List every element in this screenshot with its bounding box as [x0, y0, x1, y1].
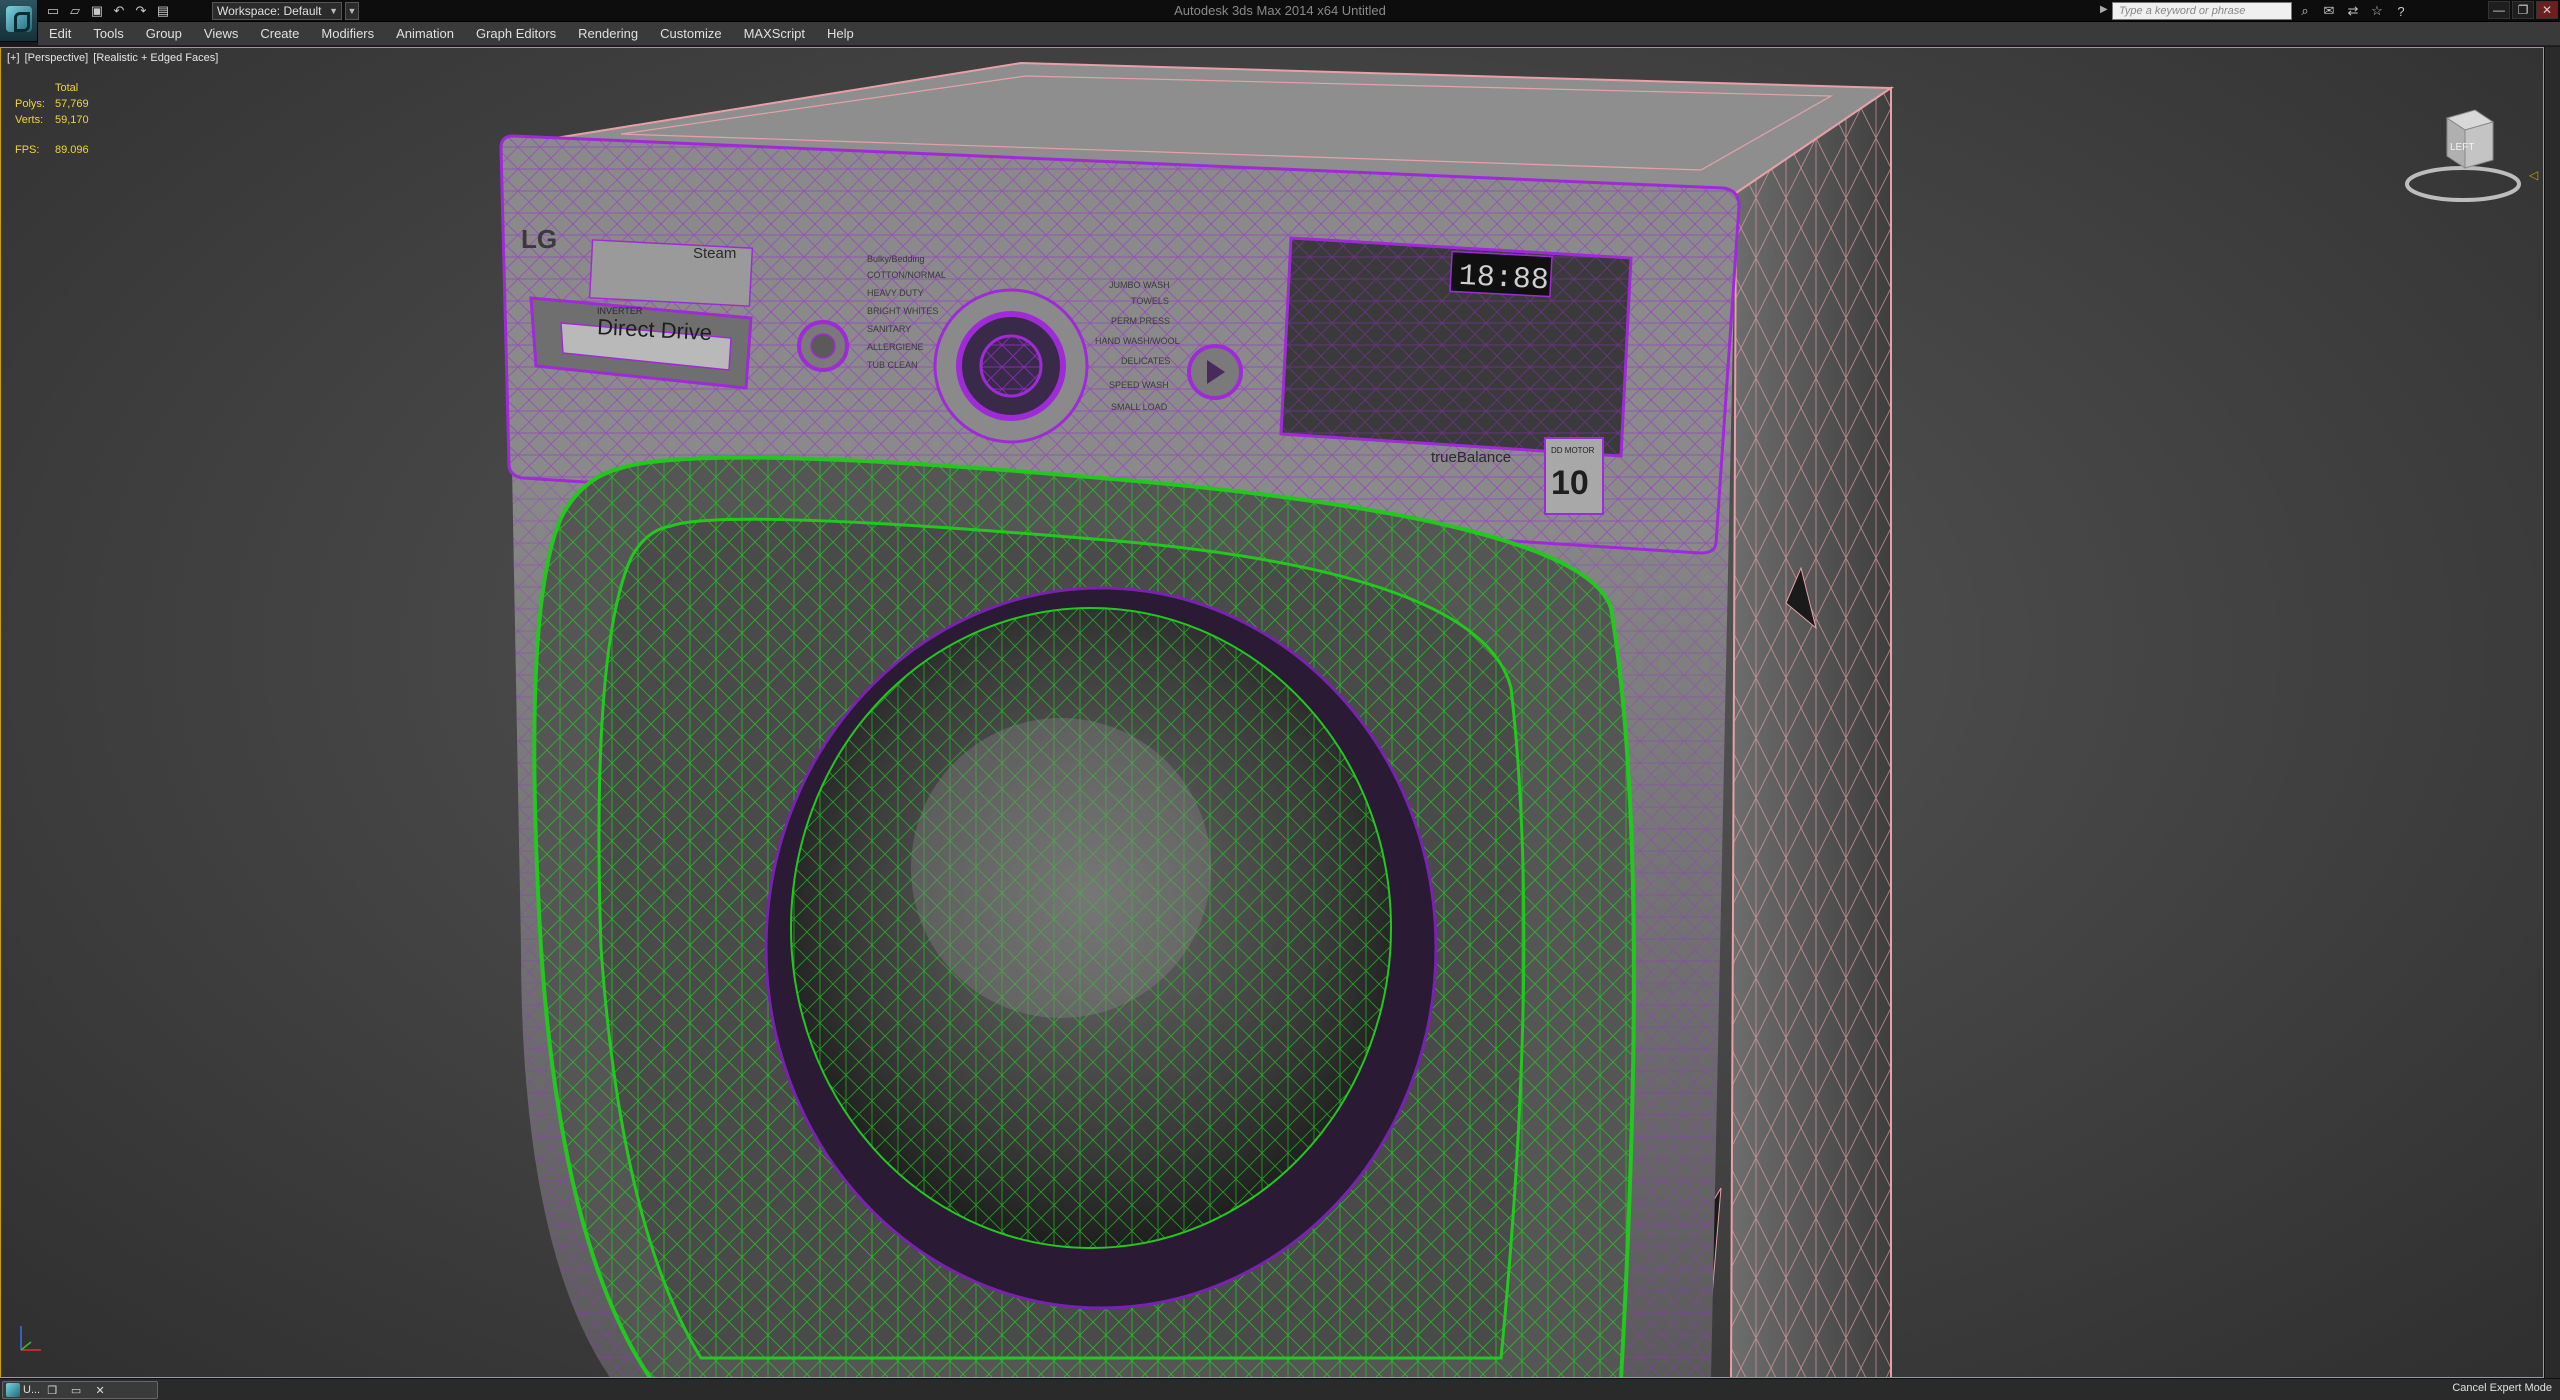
menu-rendering[interactable]: Rendering: [567, 22, 649, 46]
close-icon[interactable]: ✕: [2536, 1, 2558, 19]
binoculars-icon[interactable]: ⌕: [2296, 2, 2314, 20]
perspective-viewport[interactable]: LG Steam INVERTER Direct Drive Bulky/Bed…: [0, 47, 2544, 1378]
cycle-label: SMALL LOAD: [1111, 402, 1168, 412]
maximize-icon[interactable]: ▭: [64, 1384, 88, 1397]
viewport-side-track: [2544, 47, 2560, 1378]
3ds-max-logo-icon: [6, 1383, 20, 1397]
viewcube-compass-ring[interactable]: [2405, 166, 2521, 202]
cycle-label: DELICATES: [1121, 356, 1170, 366]
minimize-icon[interactable]: —: [2488, 1, 2510, 19]
cycle-label: TUB CLEAN: [867, 360, 918, 370]
restore-icon[interactable]: ❐: [40, 1384, 64, 1397]
stats-fps-label: FPS:: [15, 144, 40, 156]
viewport-point-of-view-menu[interactable]: [Perspective]: [25, 52, 89, 64]
viewport-general-menu[interactable]: [+]: [7, 52, 20, 64]
exchange-icon[interactable]: ⇄: [2344, 2, 2362, 20]
infocenter-toolbar: ⌕ ✉ ⇄ ☆ ?: [2296, 2, 2410, 20]
favorites-icon[interactable]: ☆: [2368, 2, 2386, 20]
cycle-label: PERM.PRESS: [1111, 316, 1170, 326]
status-bar: U... ❐ ▭ ✕ Cancel Expert Mode: [0, 1378, 2560, 1400]
minimized-window-label: U...: [23, 1384, 41, 1396]
cycle-label: SPEED WASH: [1109, 380, 1169, 390]
clock-display: 18:88: [1458, 260, 1550, 299]
stats-polys-label: Polys:: [15, 98, 45, 110]
axis-tripod-icon: [20, 1326, 41, 1351]
viewcube-face-label[interactable]: LEFT: [2450, 142, 2474, 153]
minimized-window-tab[interactable]: U... ❐ ▭ ✕: [2, 1381, 158, 1399]
title-bar: ▭ ▱ ▣ ↶ ↷ ▤ Workspace: Default ▼ ▼ Autod…: [0, 0, 2560, 42]
menu-views[interactable]: Views: [193, 22, 249, 46]
stats-verts-value: 59,170: [55, 114, 89, 126]
menu-edit[interactable]: Edit: [38, 22, 82, 46]
viewport-resize-marker[interactable]: ◁: [2529, 168, 2538, 182]
brand-label: LG: [521, 224, 557, 254]
menu-modifiers[interactable]: Modifiers: [310, 22, 385, 46]
viewcube[interactable]: LEFT: [2401, 98, 2531, 208]
cancel-expert-mode-button[interactable]: Cancel Expert Mode: [2452, 1382, 2552, 1394]
search-input[interactable]: Type a keyword or phrase: [2112, 2, 2292, 20]
viewport-shading-menu[interactable]: [Realistic + Edged Faces]: [93, 52, 218, 64]
menu-create[interactable]: Create: [249, 22, 310, 46]
menu-help[interactable]: Help: [816, 22, 865, 46]
cycle-label: JUMBO WASH: [1109, 280, 1170, 290]
cycle-label: BRIGHT WHITES: [867, 306, 938, 316]
cycle-label: COTTON/NORMAL: [867, 270, 946, 280]
window-controls: — ❐ ✕: [2488, 1, 2558, 19]
cycle-label: ALLERGIENE: [867, 342, 924, 352]
viewport-label[interactable]: [+] [Perspective] [Realistic + Edged Fac…: [7, 52, 220, 64]
menu-group[interactable]: Group: [135, 22, 193, 46]
motor-badge-top: DD MOTOR: [1551, 446, 1595, 455]
menu-maxscript[interactable]: MAXScript: [733, 22, 816, 46]
motor-badge-number: 10: [1551, 464, 1589, 502]
stats-verts-label: Verts:: [15, 114, 44, 126]
search-expand-icon[interactable]: ▶: [2100, 4, 2108, 15]
communication-icon[interactable]: ✉: [2320, 2, 2338, 20]
menu-tools[interactable]: Tools: [82, 22, 134, 46]
cycle-label: HEAVY DUTY: [867, 288, 924, 298]
true-balance-label: trueBalance: [1431, 449, 1511, 466]
close-icon[interactable]: ✕: [88, 1384, 112, 1397]
cycle-label: HAND WASH/WOOL: [1095, 336, 1180, 346]
cycle-label: Bulky/Bedding: [867, 254, 925, 264]
cycle-label: SANITARY: [867, 324, 911, 334]
stats-fps-value: 89.096: [55, 144, 89, 156]
viewport-statistics: Total Polys: 57,769 Verts: 59,170 FPS: 89.0…: [15, 80, 89, 158]
stats-total-label: Total: [55, 82, 79, 94]
restore-icon[interactable]: ❐: [2512, 1, 2534, 19]
menu-animation[interactable]: Animation: [385, 22, 465, 46]
steam-label: Steam: [693, 245, 736, 262]
menu-customize[interactable]: Customize: [649, 22, 732, 46]
washing-machine-model[interactable]: LG Steam INVERTER Direct Drive Bulky/Bed…: [1, 48, 2544, 1378]
help-icon[interactable]: ?: [2392, 2, 2410, 20]
menu-graph-editors[interactable]: Graph Editors: [465, 22, 567, 46]
cycle-label: TOWELS: [1131, 296, 1169, 306]
stats-polys-value: 57,769: [55, 98, 89, 110]
menu-bar: Edit Tools Group Views Create Modifiers …: [38, 22, 2560, 46]
